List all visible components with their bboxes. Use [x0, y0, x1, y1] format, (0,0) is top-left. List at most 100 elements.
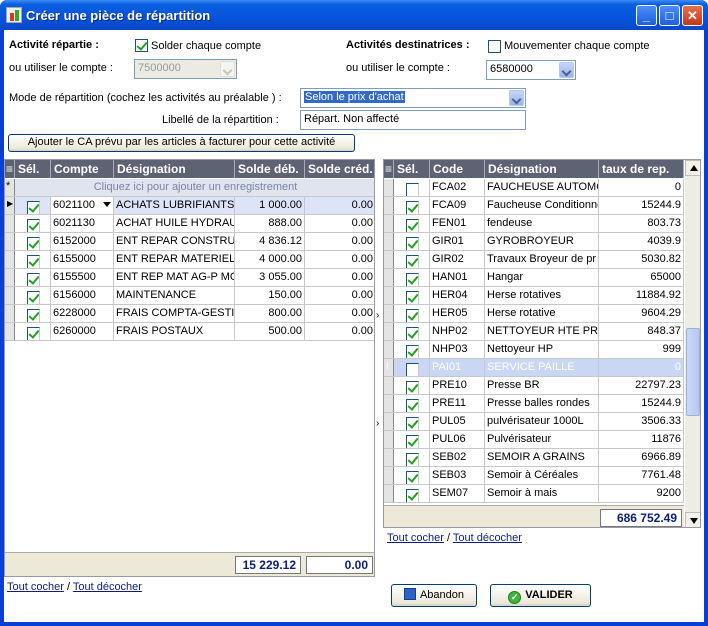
cell-designation[interactable]: GYROBROYEUR — [485, 233, 599, 250]
col-header-code[interactable]: Code — [430, 160, 485, 178]
table-row[interactable]: FCA09 Faucheuse Conditionne 15244.9 — [384, 197, 684, 215]
table-row[interactable]: NHP02NETTOYEUR HTE PRES848.37 — [384, 323, 684, 341]
table-row[interactable]: FEN01 fendeuse 803.73 — [384, 215, 684, 233]
cell-designation[interactable]: Pulvérisateur — [485, 431, 599, 448]
row-checkbox[interactable] — [27, 201, 40, 214]
row-checkbox[interactable] — [406, 183, 419, 196]
table-row[interactable]: 6260000 FRAIS POSTAUX 500.00 0.00 — [5, 323, 374, 341]
cell-designation[interactable]: Travaux Broyeur de pr — [485, 251, 599, 268]
row-checkbox[interactable] — [27, 219, 40, 232]
table-row[interactable]: PUL06 Pulvérisateur 11876 — [384, 431, 684, 449]
cell-taux[interactable]: 0 — [599, 359, 684, 376]
table-row[interactable]: GIR02 Travaux Broyeur de pr 5030.82 — [384, 251, 684, 269]
cell-taux[interactable]: 999 — [599, 341, 684, 358]
solder-checkbox[interactable] — [135, 39, 148, 52]
cell-solde-cred[interactable]: 0.00 — [305, 269, 374, 286]
cell-taux[interactable]: 22797.23 — [599, 377, 684, 394]
cell-designation[interactable]: NETTOYEUR HTE PRES — [485, 323, 599, 340]
table-row[interactable]: 6152000ENT REPAR CONSTRUCT4 836.120.00 — [5, 233, 374, 251]
cell-compte[interactable]: 6152000 — [51, 233, 114, 250]
table-row[interactable]: PUL05 pulvérisateur 1000L 3506.33 — [384, 413, 684, 431]
cell-taux[interactable]: 803.73 — [599, 215, 684, 232]
cell-code[interactable]: PAI01 — [430, 359, 485, 376]
cell-taux[interactable]: 848.37 — [599, 323, 684, 340]
row-checkbox[interactable] — [27, 309, 40, 322]
compte-right-combo[interactable]: 6580000 — [486, 60, 576, 80]
table-row[interactable]: 6021130 ACHAT HUILE HYDRAUL 888.00 0.00 — [5, 215, 374, 233]
cell-designation[interactable]: FAUCHEUSE AUTOMO — [485, 179, 599, 196]
cell-code[interactable]: GIR01 — [430, 233, 485, 250]
col-header-designation[interactable]: Désignation — [485, 160, 599, 178]
row-checkbox[interactable] — [27, 237, 40, 250]
row-checkbox[interactable] — [406, 291, 419, 304]
cell-designation[interactable]: Faucheuse Conditionne — [485, 197, 599, 214]
row-checkbox[interactable] — [27, 291, 40, 304]
table-row[interactable]: ▶ 6021100 ACHATS LUBRIFIANTS 1 000.00 0.00 — [5, 197, 374, 215]
table-row[interactable]: SEB03 Semoir à Céréales 7761.48 — [384, 467, 684, 485]
table-row[interactable]: HER04 Herse rotatives 11884.92 — [384, 287, 684, 305]
row-checkbox[interactable] — [406, 237, 419, 250]
cell-designation[interactable]: SERVICE PAILLE — [485, 359, 599, 376]
row-checkbox[interactable] — [406, 255, 419, 268]
cell-code[interactable]: NHP03 — [430, 341, 485, 358]
cell-code[interactable]: PUL06 — [430, 431, 485, 448]
cell-designation[interactable]: Hangar — [485, 269, 599, 286]
cell-solde-cred[interactable]: 0.00 — [305, 323, 374, 340]
col-header-solde-deb[interactable]: Solde déb. — [235, 160, 305, 178]
cell-compte[interactable]: 6228000 — [51, 305, 114, 322]
cell-compte[interactable]: 6021130 — [51, 215, 114, 232]
cell-designation[interactable]: ACHATS LUBRIFIANTS — [114, 197, 235, 214]
cell-designation[interactable]: FRAIS POSTAUX — [114, 323, 235, 340]
table-row[interactable]: NHP03 Nettoyeur HP 999 — [384, 341, 684, 359]
cell-compte[interactable]: 6155000 — [51, 251, 114, 268]
row-checkbox[interactable] — [406, 381, 419, 394]
splitter-arrow-icon[interactable]: › — [376, 418, 379, 429]
cell-designation[interactable]: Semoir à Céréales — [485, 467, 599, 484]
cell-compte[interactable]: 6156000 — [51, 287, 114, 304]
ajouter-ca-button[interactable]: Ajouter le CA prévu par les articles à f… — [8, 134, 355, 152]
cell-code[interactable]: FCA09 — [430, 197, 485, 214]
cell-designation[interactable]: ENT REPAR CONSTRUCT — [114, 233, 235, 250]
cell-designation[interactable]: ACHAT HUILE HYDRAUL — [114, 215, 235, 232]
row-checkbox[interactable] — [406, 453, 419, 466]
cell-designation[interactable]: ENT REPAR MATERIEL — [114, 251, 235, 268]
table-row[interactable]: 6155000 ENT REPAR MATERIEL 4 000.00 0.00 — [5, 251, 374, 269]
cell-compte[interactable]: 6021100 — [51, 197, 114, 214]
cell-code[interactable]: SEM07 — [430, 485, 485, 502]
cell-solde-deb[interactable]: 800.00 — [235, 305, 305, 322]
cell-compte[interactable]: 6155500 — [51, 269, 114, 286]
splitter-arrow-icon[interactable]: › — [376, 310, 379, 321]
right-tout-decocher-link[interactable]: Tout décocher — [453, 532, 522, 544]
minimize-button[interactable]: _ — [636, 5, 657, 26]
new-row[interactable]: * Cliquez ici pour ajouter un enregistre… — [5, 179, 374, 197]
cell-designation[interactable]: fendeuse — [485, 215, 599, 232]
cell-solde-cred[interactable]: 0.00 — [305, 287, 374, 304]
cell-taux[interactable]: 3506.33 — [599, 413, 684, 430]
row-checkbox[interactable] — [27, 327, 40, 340]
mouvementer-checkbox[interactable] — [488, 40, 501, 53]
cell-compte[interactable]: 6260000 — [51, 323, 114, 340]
cell-solde-deb[interactable]: 3 055.00 — [235, 269, 305, 286]
cell-code[interactable]: HAN01 — [430, 269, 485, 286]
col-header-compte[interactable]: Compte — [51, 160, 114, 178]
col-header-solde-cred[interactable]: Solde créd. — [305, 160, 374, 178]
cell-designation[interactable]: Presse balles rondes — [485, 395, 599, 412]
cell-solde-cred[interactable]: 0.00 — [305, 197, 374, 214]
col-header-sel[interactable]: Sél. — [394, 160, 430, 178]
col-header-designation[interactable]: Désignation — [114, 160, 235, 178]
row-checkbox[interactable] — [406, 489, 419, 502]
cell-designation[interactable]: pulvérisateur 1000L — [485, 413, 599, 430]
cell-designation[interactable]: SEMOIR A GRAINS — [485, 449, 599, 466]
row-checkbox[interactable] — [27, 255, 40, 268]
cell-solde-deb[interactable]: 4 836.12 — [235, 233, 305, 250]
cell-solde-deb[interactable]: 500.00 — [235, 323, 305, 340]
cell-designation[interactable]: Semoir à mais — [485, 485, 599, 502]
col-header-sel[interactable]: Sél. — [15, 160, 51, 178]
cell-solde-deb[interactable]: 4 000.00 — [235, 251, 305, 268]
cell-taux[interactable]: 15244.9 — [599, 395, 684, 412]
left-tout-decocher-link[interactable]: Tout décocher — [73, 581, 142, 593]
chevron-down-icon[interactable] — [103, 202, 111, 207]
row-checkbox[interactable] — [406, 471, 419, 484]
grid-menu-icon[interactable]: ≡ — [5, 160, 15, 178]
mode-combo[interactable]: Selon le prix d'achat — [300, 88, 526, 108]
